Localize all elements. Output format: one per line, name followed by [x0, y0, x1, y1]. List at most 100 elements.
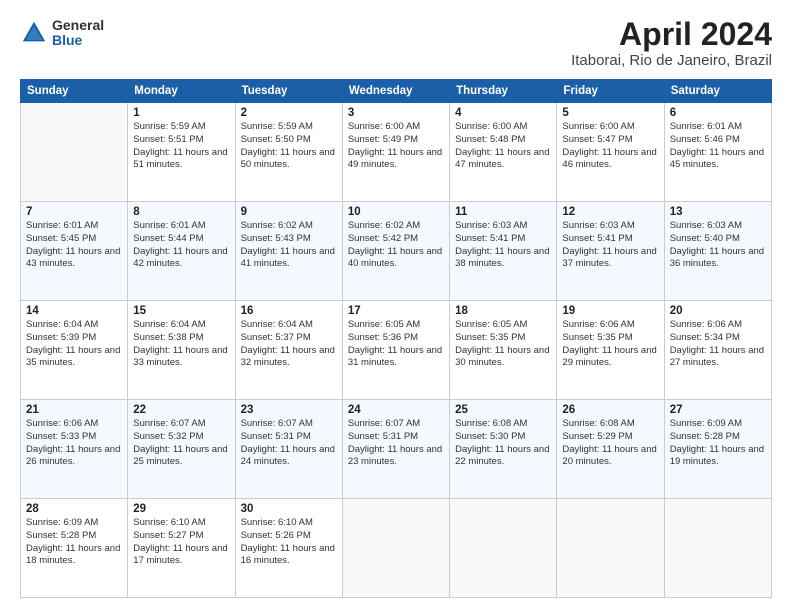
- sunrise-text: Sunrise: 6:08 AM: [455, 418, 527, 429]
- sunrise-text: Sunrise: 6:07 AM: [348, 418, 420, 429]
- calendar-cell: 12 Sunrise: 6:03 AM Sunset: 5:41 PM Dayl…: [557, 202, 664, 301]
- daylight-text: Daylight: 11 hours and 29 minutes.: [562, 345, 656, 369]
- daylight-text: Daylight: 11 hours and 41 minutes.: [241, 246, 335, 270]
- daylight-text: Daylight: 11 hours and 30 minutes.: [455, 345, 549, 369]
- col-monday: Monday: [128, 80, 235, 103]
- day-info: Sunrise: 6:07 AM Sunset: 5:31 PM Dayligh…: [241, 418, 337, 469]
- day-info: Sunrise: 6:10 AM Sunset: 5:27 PM Dayligh…: [133, 517, 229, 568]
- calendar-week-2: 7 Sunrise: 6:01 AM Sunset: 5:45 PM Dayli…: [21, 202, 772, 301]
- day-number: 10: [348, 206, 444, 218]
- sunrise-text: Sunrise: 6:01 AM: [26, 220, 98, 231]
- day-number: 18: [455, 305, 551, 317]
- sunset-text: Sunset: 5:33 PM: [26, 431, 96, 442]
- day-info: Sunrise: 6:06 AM Sunset: 5:35 PM Dayligh…: [562, 319, 658, 370]
- day-info: Sunrise: 6:03 AM Sunset: 5:40 PM Dayligh…: [670, 220, 766, 271]
- sunset-text: Sunset: 5:41 PM: [562, 233, 632, 244]
- calendar-cell: [342, 499, 449, 598]
- sunrise-text: Sunrise: 6:05 AM: [455, 319, 527, 330]
- calendar-week-4: 21 Sunrise: 6:06 AM Sunset: 5:33 PM Dayl…: [21, 400, 772, 499]
- day-number: 30: [241, 503, 337, 515]
- calendar-cell: 17 Sunrise: 6:05 AM Sunset: 5:36 PM Dayl…: [342, 301, 449, 400]
- day-info: Sunrise: 6:04 AM Sunset: 5:38 PM Dayligh…: [133, 319, 229, 370]
- calendar-cell: 9 Sunrise: 6:02 AM Sunset: 5:43 PM Dayli…: [235, 202, 342, 301]
- calendar-cell: 8 Sunrise: 6:01 AM Sunset: 5:44 PM Dayli…: [128, 202, 235, 301]
- sunset-text: Sunset: 5:31 PM: [348, 431, 418, 442]
- calendar-cell: 18 Sunrise: 6:05 AM Sunset: 5:35 PM Dayl…: [450, 301, 557, 400]
- day-info: Sunrise: 6:04 AM Sunset: 5:39 PM Dayligh…: [26, 319, 122, 370]
- daylight-text: Daylight: 11 hours and 47 minutes.: [455, 147, 549, 171]
- col-wednesday: Wednesday: [342, 80, 449, 103]
- calendar-cell: 27 Sunrise: 6:09 AM Sunset: 5:28 PM Dayl…: [664, 400, 771, 499]
- day-number: 21: [26, 404, 122, 416]
- day-number: 22: [133, 404, 229, 416]
- sunrise-text: Sunrise: 6:07 AM: [241, 418, 313, 429]
- daylight-text: Daylight: 11 hours and 18 minutes.: [26, 543, 120, 567]
- calendar-cell: 25 Sunrise: 6:08 AM Sunset: 5:30 PM Dayl…: [450, 400, 557, 499]
- day-number: 29: [133, 503, 229, 515]
- sunrise-text: Sunrise: 6:00 AM: [562, 121, 634, 132]
- sunset-text: Sunset: 5:49 PM: [348, 134, 418, 145]
- sunrise-text: Sunrise: 6:02 AM: [348, 220, 420, 231]
- day-info: Sunrise: 6:06 AM Sunset: 5:34 PM Dayligh…: [670, 319, 766, 370]
- day-number: 17: [348, 305, 444, 317]
- calendar-body: 1 Sunrise: 5:59 AM Sunset: 5:51 PM Dayli…: [21, 103, 772, 598]
- logo-blue-text: Blue: [52, 33, 104, 48]
- sunset-text: Sunset: 5:36 PM: [348, 332, 418, 343]
- day-number: 26: [562, 404, 658, 416]
- sunset-text: Sunset: 5:28 PM: [26, 530, 96, 541]
- col-saturday: Saturday: [664, 80, 771, 103]
- day-info: Sunrise: 6:00 AM Sunset: 5:48 PM Dayligh…: [455, 121, 551, 172]
- calendar-cell: 23 Sunrise: 6:07 AM Sunset: 5:31 PM Dayl…: [235, 400, 342, 499]
- sunrise-text: Sunrise: 5:59 AM: [133, 121, 205, 132]
- sunrise-text: Sunrise: 6:01 AM: [133, 220, 205, 231]
- daylight-text: Daylight: 11 hours and 19 minutes.: [670, 444, 764, 468]
- sunrise-text: Sunrise: 6:00 AM: [348, 121, 420, 132]
- day-info: Sunrise: 6:01 AM Sunset: 5:46 PM Dayligh…: [670, 121, 766, 172]
- title-location: Itaborai, Rio de Janeiro, Brazil: [571, 52, 772, 69]
- col-thursday: Thursday: [450, 80, 557, 103]
- daylight-text: Daylight: 11 hours and 50 minutes.: [241, 147, 335, 171]
- day-info: Sunrise: 6:09 AM Sunset: 5:28 PM Dayligh…: [670, 418, 766, 469]
- day-number: 11: [455, 206, 551, 218]
- page: General Blue April 2024 Itaborai, Rio de…: [0, 0, 792, 612]
- daylight-text: Daylight: 11 hours and 23 minutes.: [348, 444, 442, 468]
- header: General Blue April 2024 Itaborai, Rio de…: [20, 18, 772, 69]
- sunset-text: Sunset: 5:35 PM: [562, 332, 632, 343]
- calendar-cell: 2 Sunrise: 5:59 AM Sunset: 5:50 PM Dayli…: [235, 103, 342, 202]
- sunset-text: Sunset: 5:46 PM: [670, 134, 740, 145]
- logo-icon: [20, 19, 48, 47]
- sunset-text: Sunset: 5:35 PM: [455, 332, 525, 343]
- day-number: 7: [26, 206, 122, 218]
- daylight-text: Daylight: 11 hours and 31 minutes.: [348, 345, 442, 369]
- sunrise-text: Sunrise: 6:04 AM: [133, 319, 205, 330]
- daylight-text: Daylight: 11 hours and 25 minutes.: [133, 444, 227, 468]
- sunrise-text: Sunrise: 5:59 AM: [241, 121, 313, 132]
- sunrise-text: Sunrise: 6:04 AM: [241, 319, 313, 330]
- day-number: 12: [562, 206, 658, 218]
- col-sunday: Sunday: [21, 80, 128, 103]
- day-info: Sunrise: 6:00 AM Sunset: 5:47 PM Dayligh…: [562, 121, 658, 172]
- daylight-text: Daylight: 11 hours and 36 minutes.: [670, 246, 764, 270]
- sunrise-text: Sunrise: 6:01 AM: [670, 121, 742, 132]
- sunrise-text: Sunrise: 6:05 AM: [348, 319, 420, 330]
- sunrise-text: Sunrise: 6:03 AM: [455, 220, 527, 231]
- daylight-text: Daylight: 11 hours and 17 minutes.: [133, 543, 227, 567]
- day-number: 28: [26, 503, 122, 515]
- sunrise-text: Sunrise: 6:06 AM: [26, 418, 98, 429]
- sunset-text: Sunset: 5:38 PM: [133, 332, 203, 343]
- logo: General Blue: [20, 18, 104, 49]
- calendar-table: Sunday Monday Tuesday Wednesday Thursday…: [20, 79, 772, 598]
- daylight-text: Daylight: 11 hours and 49 minutes.: [348, 147, 442, 171]
- daylight-text: Daylight: 11 hours and 27 minutes.: [670, 345, 764, 369]
- calendar-cell: 30 Sunrise: 6:10 AM Sunset: 5:26 PM Dayl…: [235, 499, 342, 598]
- sunset-text: Sunset: 5:27 PM: [133, 530, 203, 541]
- daylight-text: Daylight: 11 hours and 42 minutes.: [133, 246, 227, 270]
- day-info: Sunrise: 6:04 AM Sunset: 5:37 PM Dayligh…: [241, 319, 337, 370]
- title-month: April 2024: [571, 18, 772, 50]
- calendar-header: Sunday Monday Tuesday Wednesday Thursday…: [21, 80, 772, 103]
- calendar-cell: 22 Sunrise: 6:07 AM Sunset: 5:32 PM Dayl…: [128, 400, 235, 499]
- day-info: Sunrise: 5:59 AM Sunset: 5:50 PM Dayligh…: [241, 121, 337, 172]
- header-row: Sunday Monday Tuesday Wednesday Thursday…: [21, 80, 772, 103]
- calendar-cell: 13 Sunrise: 6:03 AM Sunset: 5:40 PM Dayl…: [664, 202, 771, 301]
- sunset-text: Sunset: 5:31 PM: [241, 431, 311, 442]
